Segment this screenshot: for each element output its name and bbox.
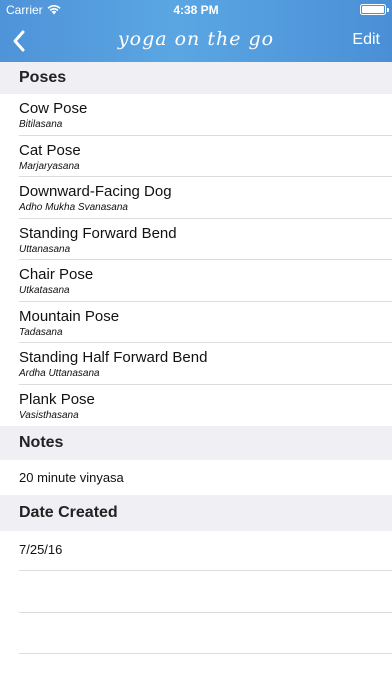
- pose-row[interactable]: Cow Pose Bitilasana: [0, 94, 392, 136]
- edit-button[interactable]: Edit: [352, 31, 380, 49]
- pose-row[interactable]: Cat Pose Marjaryasana: [0, 136, 392, 177]
- poses-section-header: Poses: [0, 62, 392, 94]
- battery-icon: [360, 4, 389, 15]
- pose-name: Downward-Facing Dog: [19, 183, 172, 200]
- pose-sanskrit-name: Tadasana: [19, 326, 63, 338]
- pose-name: Cow Pose: [19, 100, 88, 117]
- pose-sanskrit-name: Ardha Uttanasana: [19, 368, 100, 379]
- pose-row[interactable]: Downward-Facing Dog Adho Mukha Svanasana: [0, 177, 392, 219]
- row-separator: [19, 653, 392, 654]
- pose-sanskrit-name: Utkatasana: [19, 285, 70, 296]
- navigation-bar: yoga on the go Edit: [0, 20, 392, 62]
- pose-row[interactable]: Mountain Pose Tadasana: [0, 302, 392, 343]
- pose-name: Chair Pose: [19, 266, 94, 283]
- pose-sanskrit-name: Bitilasana: [19, 119, 63, 130]
- date-created-value: 7/25/16: [19, 542, 63, 557]
- pose-name: Standing Forward Bend: [19, 224, 177, 242]
- notes-section-header: Notes: [0, 426, 392, 460]
- status-time: 4:38 PM: [173, 3, 219, 17]
- row-separator: [19, 612, 392, 613]
- pose-name: Plank Pose: [19, 390, 95, 408]
- row-separator: [19, 570, 392, 571]
- pose-name: Standing Half Forward Bend: [19, 349, 208, 366]
- pose-sanskrit-name: Marjaryasana: [19, 160, 80, 172]
- pose-sanskrit-name: Uttanasana: [19, 243, 71, 255]
- pose-name: Mountain Pose: [19, 307, 120, 325]
- pose-sanskrit-name: Vasisthasana: [19, 409, 79, 421]
- date-created-section-header: Date Created: [0, 495, 392, 531]
- pose-name: Cat Pose: [19, 141, 81, 159]
- notes-value[interactable]: 20 minute vinyasa: [19, 470, 124, 485]
- pose-sanskrit-name: Adho Mukha Svanasana: [19, 202, 128, 213]
- status-bar: Carrier 4:38 PM: [0, 0, 392, 20]
- pose-row[interactable]: Standing Half Forward Bend Ardha Uttanasa…: [0, 343, 392, 385]
- pose-row[interactable]: Chair Pose Utkatasana: [0, 260, 392, 302]
- pose-row[interactable]: Standing Forward Bend Uttanasana: [0, 219, 392, 260]
- app-title: yoga on the go: [117, 28, 275, 50]
- app-header: Carrier 4:38 PM yoga on the go Edit: [0, 0, 392, 62]
- pose-row[interactable]: Plank Pose Vasisthasana: [0, 385, 392, 427]
